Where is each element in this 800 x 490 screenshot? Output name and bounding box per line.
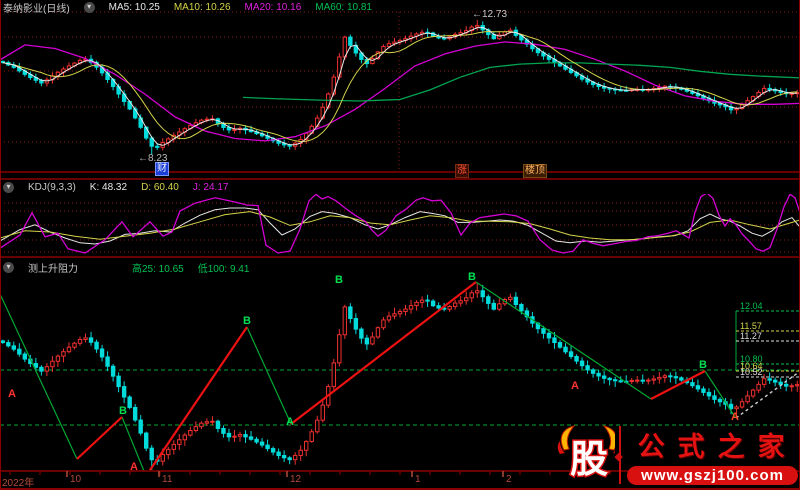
zigzag-marker-B: B xyxy=(335,274,343,286)
resistance-level-label: 11.27 xyxy=(740,331,762,341)
indicator-title: 测上升阻力 xyxy=(28,263,78,275)
zigzag-marker-A: A xyxy=(571,380,579,392)
logo-divider: ◆ xyxy=(614,426,623,484)
logo-title: 公式之家 xyxy=(637,432,798,462)
event-badge: 财 xyxy=(155,162,169,176)
zigzag-marker-A: A xyxy=(731,411,739,423)
axis-month-label: 10 xyxy=(70,474,82,485)
zigzag-marker-A: A xyxy=(286,416,294,428)
ma20-label: MA20: 10.16 xyxy=(244,1,302,13)
zigzag-marker-B: B xyxy=(699,359,707,371)
collapse-chevron-icon[interactable]: ▾ xyxy=(3,181,14,193)
indicator-high25: 高25: 10.65 xyxy=(132,263,184,275)
main-chart-header: 泰纳影业(日线) ▾ MA5: 10.25 MA10: 10.26 MA20: … xyxy=(0,0,800,15)
ma60-label: MA60: 10.81 xyxy=(315,1,372,13)
ma5-label: MA5: 10.25 xyxy=(108,1,160,13)
event-badge: 楼顶 xyxy=(523,164,547,178)
axis-month-label: 11 xyxy=(162,474,173,485)
kdj-d-value: D: 60.40 xyxy=(141,181,179,193)
zigzag-marker-A: A xyxy=(130,461,138,473)
logo-website-link[interactable]: www.gszj100.com xyxy=(627,466,798,485)
kdj-k-value: K: 48.32 xyxy=(89,181,128,193)
ma10-label: MA10: 10.26 xyxy=(173,1,231,13)
zigzag-marker-B: B xyxy=(243,315,251,327)
bull-stock-icon: 股 xyxy=(557,425,616,483)
indicator-low100: 低100: 9.41 xyxy=(197,263,250,275)
zigzag-marker-B: B xyxy=(119,405,127,417)
resistance-level-label: 11.57 xyxy=(740,321,762,331)
axis-year-label: 2022年 xyxy=(2,478,35,489)
axis-month-label: 2 xyxy=(506,474,512,485)
bull-stock-char: 股 xyxy=(570,439,608,481)
axis-month-label: 12 xyxy=(290,474,302,485)
stock-title: 泰纳影业(日线) xyxy=(3,3,70,15)
axis-month-label: 1 xyxy=(415,474,421,485)
resistance-level-label: 10.52 xyxy=(740,367,763,377)
resistance-level-label: 12.04 xyxy=(740,301,763,311)
event-badge: 涨 xyxy=(455,164,469,178)
diamond-icon: ◆ xyxy=(614,451,623,463)
kdj-header: ▾ KDJ(9,3,3) K: 48.32 D: 60.40 J: 24.17 xyxy=(0,180,800,194)
indicator-header: ▾ 测上升阻力 高25: 10.65 低100: 9.41 xyxy=(0,260,800,275)
collapse-chevron-icon[interactable]: ▾ xyxy=(83,1,95,13)
stock-app-window: 泰纳影业(日线) ▾ MA5: 10.25 MA10: 10.26 MA20: … xyxy=(0,0,800,490)
kdj-j-value: J: 24.17 xyxy=(192,181,229,193)
zigzag-marker-A: A xyxy=(8,388,16,400)
collapse-chevron-icon[interactable]: ▾ xyxy=(3,261,14,273)
kdj-title: KDJ(9,3,3) xyxy=(28,181,76,193)
gszj-logo: 股 ◆ 公式之家 www.gszj100.com xyxy=(556,423,798,487)
